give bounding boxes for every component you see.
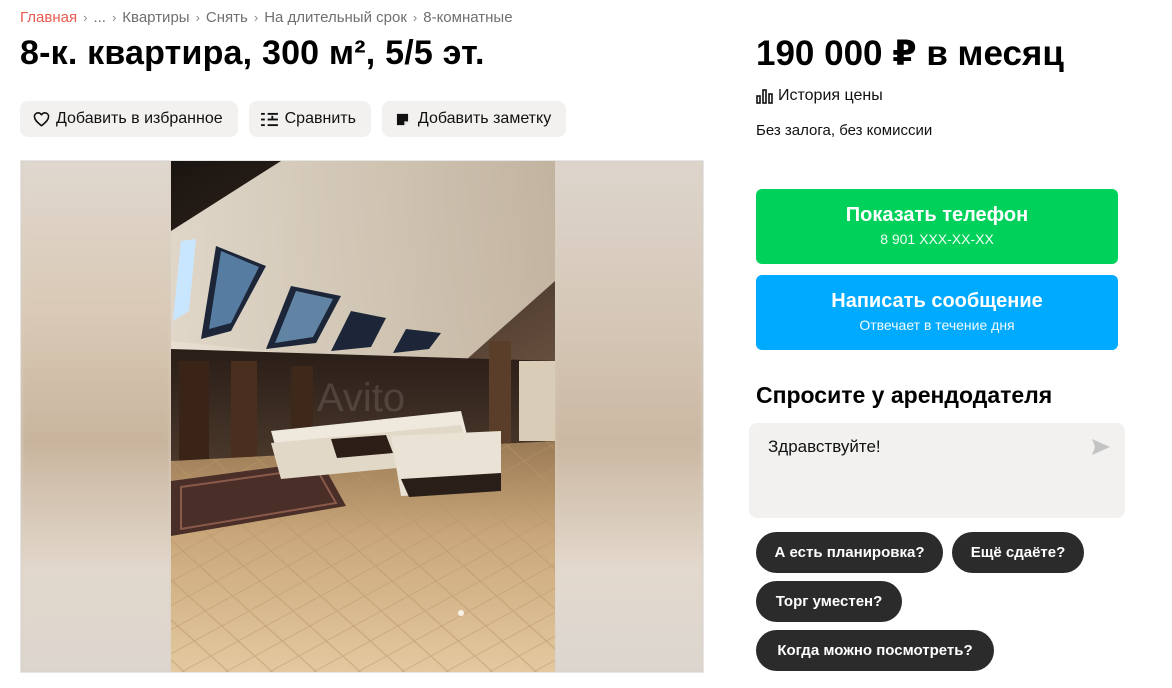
quick-question-chip[interactable]: Когда можно посмотреть? [756, 630, 994, 671]
photo-gallery[interactable]: Avito [20, 160, 704, 673]
breadcrumb: Главная › ... › Квартиры › Снять › На дл… [20, 9, 513, 26]
send-icon[interactable] [1091, 437, 1111, 457]
breadcrumb-separator: › [412, 10, 418, 25]
add-to-favorites-label: Добавить в избранное [56, 110, 223, 127]
heart-icon [32, 110, 50, 128]
breadcrumb-separator: › [111, 10, 117, 25]
bar-chart-icon [756, 88, 773, 105]
breadcrumb-home[interactable]: Главная [20, 9, 77, 26]
ask-landlord-title: Спросите у арендодателя [756, 382, 1053, 408]
breadcrumb-separator: › [195, 10, 200, 25]
listing-actions: Добавить в избранное Сравнить Добавить з… [20, 101, 567, 137]
add-note-label: Добавить заметку [417, 110, 552, 127]
avito-watermark: Avito [317, 376, 405, 420]
breadcrumb-separator: › [83, 10, 88, 25]
show-phone-button[interactable]: Показать телефон 8 901 XXX-XX-XX [756, 189, 1118, 264]
compare-button[interactable]: Сравнить [248, 101, 371, 137]
page-title: 8-к. квартира, 300 м², 5/5 эт. [20, 34, 485, 72]
gallery-blur-right [554, 161, 703, 672]
price-history-link[interactable]: История цены [756, 87, 883, 105]
write-message-button[interactable]: Написать сообщение Отвечает в течение дн… [756, 275, 1118, 350]
compare-label: Сравнить [284, 110, 356, 127]
quick-question-chip[interactable]: Ещё сдаёте? [952, 532, 1084, 573]
note-icon [394, 110, 412, 128]
price: 190 000 ₽ в месяц [756, 34, 1064, 73]
add-to-favorites-button[interactable]: Добавить в избранное [20, 101, 238, 137]
reply-time-note: Отвечает в течение дня [859, 317, 1015, 333]
main-photo[interactable]: Avito [171, 161, 555, 672]
quick-question-chip[interactable]: А есть планировка? [756, 532, 943, 573]
breadcrumb-ellipsis[interactable]: ... [93, 9, 106, 26]
phone-number-masked: 8 901 XXX-XX-XX [880, 231, 994, 247]
breadcrumb-apartments[interactable]: Квартиры [122, 9, 189, 26]
compare-icon [261, 110, 279, 128]
rental-terms: Без залога, без комиссии [756, 122, 933, 139]
message-input[interactable]: Здравствуйте! [749, 423, 1125, 518]
price-history-label: История цены [778, 87, 883, 104]
quick-question-chip[interactable]: Торг уместен? [756, 581, 902, 622]
show-phone-label: Показать телефон [845, 204, 1029, 226]
breadcrumb-long-term[interactable]: На длительный срок [264, 9, 407, 26]
breadcrumb-separator: › [253, 10, 259, 25]
write-message-label: Написать сообщение [831, 290, 1043, 312]
breadcrumb-8-rooms[interactable]: 8-комнатные [423, 9, 512, 26]
breadcrumb-rent[interactable]: Снять [206, 9, 248, 26]
gallery-blur-left [21, 161, 171, 672]
add-note-button[interactable]: Добавить заметку [381, 101, 567, 137]
message-input-value: Здравствуйте! [768, 437, 881, 456]
